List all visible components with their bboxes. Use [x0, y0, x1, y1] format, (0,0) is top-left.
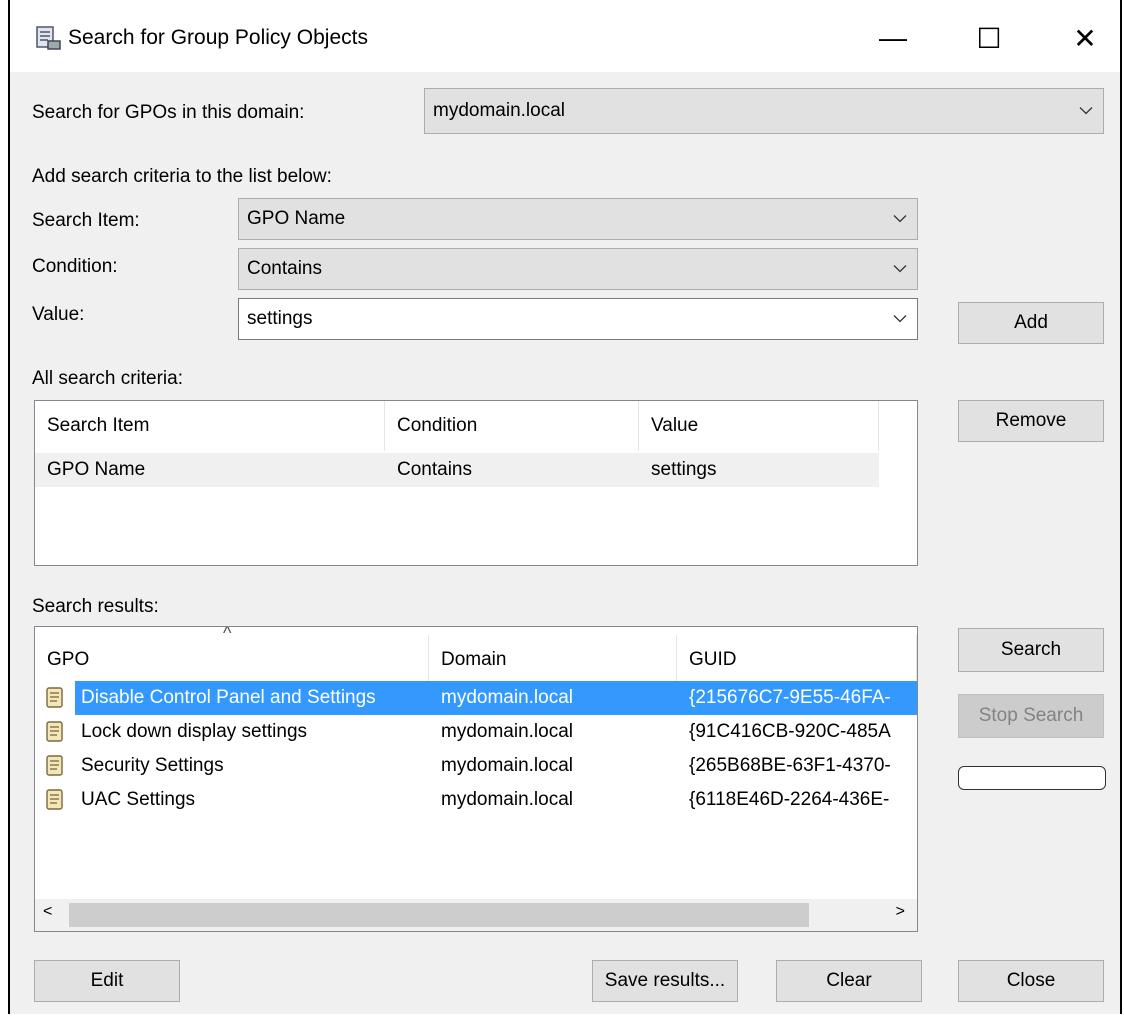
close-window-button[interactable]: ✕ [1050, 14, 1120, 62]
column-guid[interactable]: GUID [677, 635, 917, 685]
edit-button[interactable]: Edit [34, 960, 180, 1002]
column-gpo-label: GPO [47, 649, 90, 670]
result-cell-gpo: Security Settings [81, 755, 224, 776]
close-button[interactable]: Close [958, 960, 1104, 1002]
domain-select[interactable]: mydomain.local [424, 88, 1104, 134]
results-list-header: GPO ^ Domain GUID [35, 626, 917, 685]
result-cell-domain: mydomain.local [441, 721, 573, 742]
minimize-button[interactable]: — [858, 14, 928, 62]
result-row[interactable]: Disable Control Panel and Settings mydoma… [35, 681, 917, 715]
chevron-down-icon [893, 215, 907, 223]
stop-search-button[interactable]: Stop Search [958, 694, 1104, 738]
scroll-right-icon[interactable]: > [896, 903, 905, 921]
gpo-scroll-icon [43, 783, 73, 817]
result-cell-guid: {91C416CB-920C-485A [689, 721, 891, 742]
result-cell-gpo: Disable Control Panel and Settings [75, 681, 431, 715]
column-domain[interactable]: Domain [429, 635, 677, 685]
result-row[interactable]: Security Settings mydomain.local {265B68BE… [35, 749, 917, 783]
criteria-cell-item: GPO Name [47, 459, 146, 480]
sort-ascending-icon: ^ [223, 626, 232, 643]
window-title: Search for Group Policy Objects [68, 26, 368, 49]
column-value[interactable]: Value [639, 401, 879, 451]
column-search-item[interactable]: Search Item [35, 401, 385, 451]
maximize-button[interactable]: ☐ [954, 14, 1024, 62]
result-cell-guid: {215676C7-9E55-46FA- [677, 681, 917, 715]
search-progress-bar [958, 766, 1106, 790]
column-gpo[interactable]: GPO [35, 635, 429, 685]
scrollbar-thumb[interactable] [69, 903, 809, 927]
result-cell-guid: {265B68BE-63F1-4370- [689, 755, 891, 776]
chevron-down-icon [893, 315, 907, 323]
all-criteria-label: All search criteria: [32, 368, 183, 389]
domain-select-value: mydomain.local [433, 100, 565, 121]
search-item-select[interactable]: GPO Name [238, 198, 918, 240]
title-bar: Search for Group Policy Objects — ☐ ✕ [10, 0, 1120, 72]
gpo-scroll-icon [43, 749, 73, 783]
result-cell-guid: {6118E46D-2264-436E- [689, 789, 890, 810]
result-row[interactable]: UAC Settings mydomain.local {6118E46D-2264… [35, 783, 917, 817]
search-button[interactable]: Search [958, 628, 1104, 672]
gpo-search-icon [36, 26, 61, 50]
clear-button[interactable]: Clear [776, 960, 922, 1002]
remove-button[interactable]: Remove [958, 400, 1104, 442]
condition-value: Contains [247, 258, 322, 279]
condition-select[interactable]: Contains [238, 248, 918, 290]
condition-label: Condition: [32, 256, 118, 277]
results-list[interactable]: GPO ^ Domain GUID Disable Control Panel … [34, 626, 918, 932]
search-gpo-window: Search for Group Policy Objects — ☐ ✕ Se… [8, 0, 1122, 1014]
value-input[interactable]: settings [238, 298, 918, 340]
gpo-scroll-icon [43, 681, 73, 715]
domain-label: Search for GPOs in this domain: [32, 102, 305, 123]
result-cell-domain: mydomain.local [425, 681, 693, 715]
result-cell-gpo: UAC Settings [81, 789, 196, 810]
criteria-intro: Add search criteria to the list below: [32, 166, 332, 187]
value-label: Value: [32, 304, 85, 325]
criteria-cell-value: settings [651, 459, 717, 480]
result-row[interactable]: Lock down display settings mydomain.local… [35, 715, 917, 749]
search-item-value: GPO Name [247, 208, 346, 229]
column-condition[interactable]: Condition [385, 401, 639, 451]
search-item-label: Search Item: [32, 210, 140, 231]
search-results-label: Search results: [32, 596, 159, 617]
criteria-row[interactable]: GPO Name Contains settings [35, 453, 879, 487]
result-cell-gpo: Lock down display settings [81, 721, 308, 742]
save-results-button[interactable]: Save results... [592, 960, 738, 1002]
result-cell-domain: mydomain.local [441, 789, 573, 810]
criteria-list[interactable]: Search Item Condition Value GPO Name Con… [34, 400, 918, 566]
horizontal-scrollbar[interactable]: < > [35, 899, 917, 931]
add-button[interactable]: Add [958, 302, 1104, 344]
criteria-list-header: Search Item Condition Value [35, 401, 917, 451]
scroll-left-icon[interactable]: < [43, 903, 52, 921]
criteria-cell-condition: Contains [397, 459, 472, 480]
chevron-down-icon [893, 265, 907, 273]
value-input-text: settings [247, 308, 313, 329]
result-cell-domain: mydomain.local [441, 755, 573, 776]
gpo-scroll-icon [43, 715, 73, 749]
chevron-down-icon [1079, 107, 1093, 115]
